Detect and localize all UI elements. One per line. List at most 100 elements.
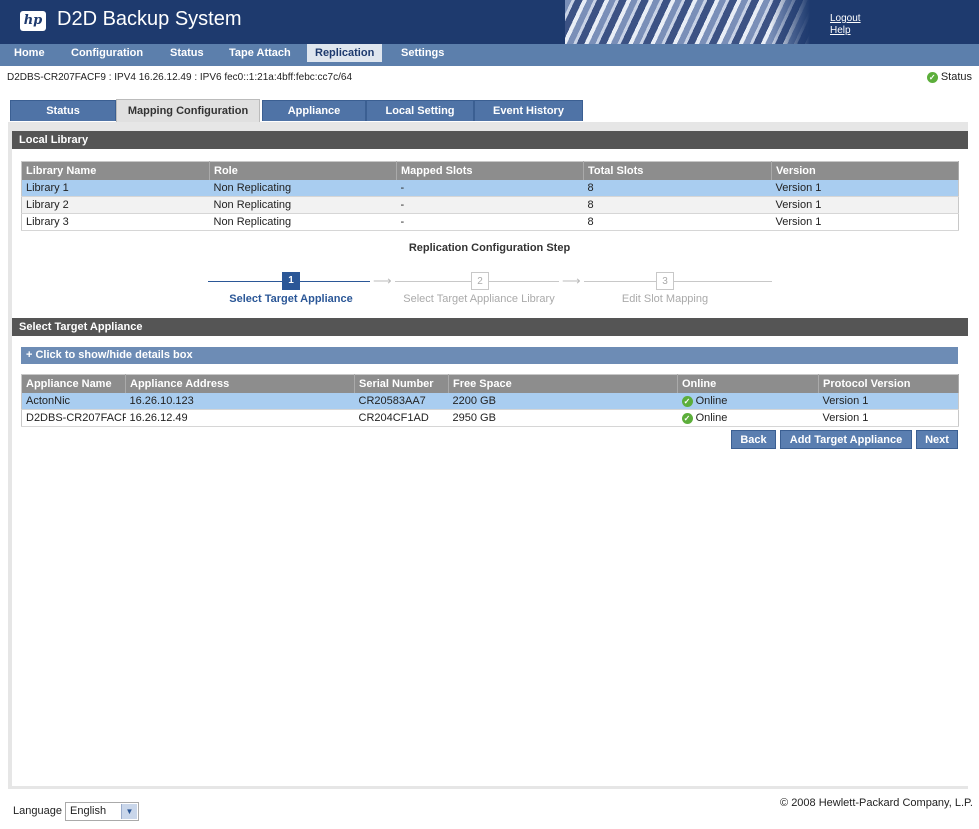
language-value: English (70, 805, 107, 817)
copyright: © 2008 Hewlett-Packard Company, L.P. (780, 797, 973, 809)
step-2-label: Select Target Appliance Library (403, 293, 555, 305)
total-slots: 8 (583, 213, 772, 231)
arrow-right-icon: ⟶ (562, 273, 581, 288)
table-row[interactable]: Library 2 Non Replicating - 8 Version 1 (21, 196, 959, 214)
target-appliance-table: Appliance Name Appliance Address Serial … (21, 374, 959, 427)
nav-divider (0, 62, 979, 66)
next-button[interactable]: Next (916, 430, 958, 449)
library-version: Version 1 (771, 196, 959, 214)
appliance-name: D2DBS-CR207FACF9 (21, 409, 126, 427)
library-role: Non Replicating (209, 180, 397, 197)
step-3-marker: 3 (656, 272, 674, 290)
step-1-marker: 1 (282, 272, 300, 290)
tab-event-history[interactable]: Event History (474, 100, 583, 121)
top-links: Logout Help (830, 13, 861, 37)
column-header[interactable]: Serial Number (354, 374, 449, 393)
nav-configuration[interactable]: Configuration (71, 44, 143, 62)
protocol-version: Version 1 (818, 393, 959, 410)
library-version: Version 1 (771, 180, 959, 197)
nav-status[interactable]: Status (170, 44, 204, 62)
table-row[interactable]: D2DBS-CR207FACF9 16.26.12.49 CR204CF1AD … (21, 409, 959, 427)
step-2-marker: 2 (471, 272, 489, 290)
nav-replication[interactable]: Replication (307, 44, 383, 62)
column-header[interactable]: Version (771, 161, 959, 180)
serial-number: CR204CF1AD (354, 409, 449, 427)
library-role: Non Replicating (209, 213, 397, 231)
column-header[interactable]: Appliance Name (21, 374, 126, 393)
chevron-down-icon[interactable]: ▼ (121, 804, 137, 819)
library-name: Library 3 (21, 213, 210, 231)
online-ok-icon: ✓ (681, 395, 693, 407)
nav-tape-attach[interactable]: Tape Attach (229, 44, 291, 62)
serial-number: CR20583AA7 (354, 393, 449, 410)
table-row[interactable]: Library 3 Non Replicating - 8 Version 1 (21, 213, 959, 231)
status-ok-icon: ✓ (926, 71, 938, 83)
add-target-appliance-button[interactable]: Add Target Appliance (780, 430, 912, 449)
app-header: hp D2D Backup System Logout Help (0, 0, 979, 44)
column-header[interactable]: Library Name (21, 161, 210, 180)
appliance-name: ActonNic (21, 393, 126, 410)
step-line (300, 281, 370, 282)
header-banner-image (565, 0, 810, 44)
library-name: Library 2 (21, 196, 210, 214)
mapped-slots: - (396, 196, 584, 214)
free-space: 2950 GB (448, 409, 678, 427)
library-version: Version 1 (771, 213, 959, 231)
tab-appliance[interactable]: Appliance (262, 100, 366, 121)
protocol-version: Version 1 (818, 409, 959, 427)
online-label: Online (695, 412, 728, 424)
back-button[interactable]: Back (731, 430, 776, 449)
appliance-address: 16.26.10.123 (125, 393, 355, 410)
online-ok-icon: ✓ (681, 412, 693, 424)
column-header[interactable]: Appliance Address (125, 374, 355, 393)
column-header[interactable]: Mapped Slots (396, 161, 584, 180)
tab-mapping-configuration[interactable]: Mapping Configuration (116, 99, 260, 122)
nav-settings[interactable]: Settings (401, 44, 444, 62)
app-title: D2D Backup System (57, 8, 242, 30)
step-1-label: Select Target Appliance (229, 293, 353, 305)
column-header[interactable]: Total Slots (583, 161, 772, 180)
library-name: Library 1 (21, 180, 210, 197)
hp-logo: hp (20, 11, 46, 31)
mapped-slots: - (396, 213, 584, 231)
local-library-table: Library Name Role Mapped Slots Total Slo… (21, 161, 959, 231)
table-header-row: Library Name Role Mapped Slots Total Slo… (21, 161, 959, 180)
language-select[interactable]: English ▼ (65, 802, 139, 821)
total-slots: 8 (583, 180, 772, 197)
step-line (208, 281, 288, 282)
online-status: ✓ Online (677, 393, 819, 410)
table-row[interactable]: Library 1 Non Replicating - 8 Version 1 (21, 180, 959, 197)
step-line (674, 281, 772, 282)
tab-status[interactable]: Status (10, 100, 116, 121)
tab-local-setting[interactable]: Local Setting (366, 100, 474, 121)
status-label: Status (940, 71, 972, 83)
column-header[interactable]: Free Space (448, 374, 678, 393)
column-header[interactable]: Online (677, 374, 819, 393)
status-indicator[interactable]: ✓ Status (926, 71, 972, 83)
arrow-right-icon: ⟶ (373, 273, 392, 288)
online-label: Online (695, 395, 728, 407)
free-space: 2200 GB (448, 393, 678, 410)
step-line (584, 281, 660, 282)
mapped-slots: - (396, 180, 584, 197)
appliance-address: 16.26.12.49 (125, 409, 355, 427)
column-header[interactable]: Protocol Version (818, 374, 959, 393)
table-row[interactable]: ActonNic 16.26.10.123 CR20583AA7 2200 GB… (21, 393, 959, 410)
details-toggle[interactable]: + Click to show/hide details box (21, 347, 958, 364)
nav-home[interactable]: Home (14, 44, 45, 62)
total-slots: 8 (583, 196, 772, 214)
step-3-label: Edit Slot Mapping (621, 293, 709, 305)
column-header[interactable]: Role (209, 161, 397, 180)
help-link[interactable]: Help (830, 25, 861, 37)
online-status: ✓ Online (677, 409, 819, 427)
appliance-info-bar: D2DBS-CR207FACF9 : IPV4 16.26.12.49 : IP… (7, 72, 353, 83)
language-label: Language (13, 805, 62, 817)
step-line (395, 281, 475, 282)
step-line (489, 281, 559, 282)
main-nav: Home Configuration Status Tape Attach Re… (0, 44, 979, 62)
table-header-row: Appliance Name Appliance Address Serial … (21, 374, 959, 393)
local-library-heading: Local Library (12, 131, 968, 149)
select-target-appliance-heading: Select Target Appliance (12, 318, 968, 336)
logout-link[interactable]: Logout (830, 13, 861, 25)
library-role: Non Replicating (209, 196, 397, 214)
